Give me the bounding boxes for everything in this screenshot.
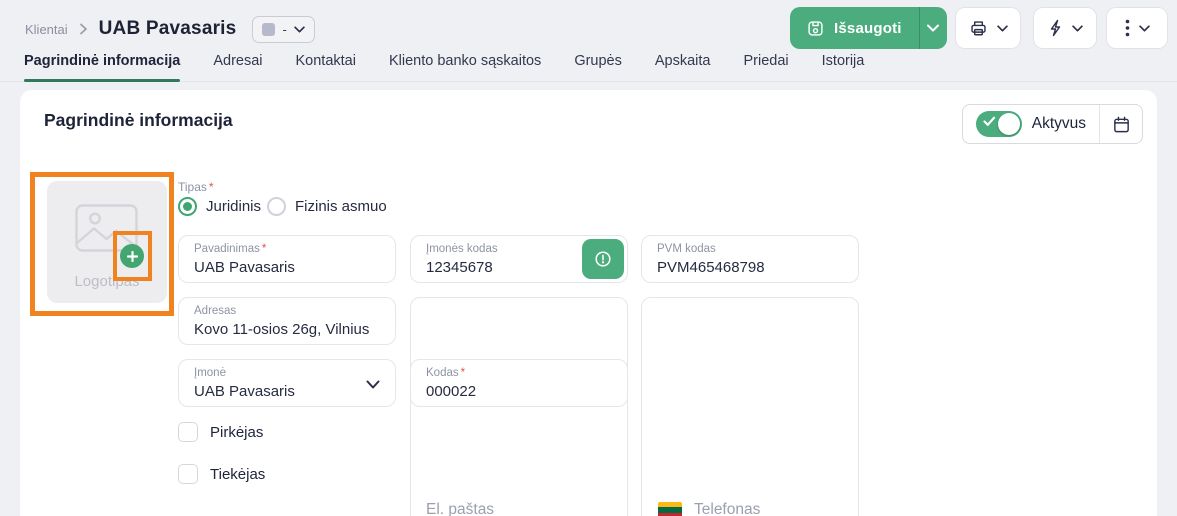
tab-istorija[interactable]: Istorija (822, 53, 865, 81)
active-tab-underline (24, 79, 180, 82)
more-options-button[interactable] (1106, 7, 1168, 49)
chevron-down-icon (294, 26, 305, 33)
calendar-icon (1112, 115, 1131, 134)
printer-icon (969, 19, 988, 38)
chevron-down-icon (997, 25, 1008, 32)
tab-bar: Pagrindinė informacija Adresai Kontaktai… (0, 48, 1177, 82)
tipas-label: Tipas* (178, 180, 214, 194)
radio-fizinis-asmuo[interactable]: Fizinis asmuo (267, 197, 387, 216)
required-mark: * (461, 367, 465, 379)
lithuania-flag-icon[interactable] (658, 502, 682, 516)
telefonas-field[interactable]: Telefonas (641, 297, 859, 516)
pvm-kodas-value: PVM465468798 (657, 259, 843, 276)
required-mark: * (209, 180, 214, 194)
kodas-field[interactable]: Kodas* 000022 (410, 359, 628, 407)
company-lookup-button[interactable] (582, 239, 624, 279)
highlight-box-logo-area (30, 172, 174, 316)
chevron-down-icon (1072, 25, 1083, 32)
tab-grupes[interactable]: Grupės (574, 53, 622, 81)
save-button-label: Išsaugoti (834, 20, 902, 37)
active-toggle[interactable]: Aktyvus (963, 105, 1099, 143)
breadcrumb: Klientai UAB Pavasaris - (25, 13, 315, 45)
radio-juridinis[interactable]: Juridinis (178, 197, 261, 216)
tab-kliento-banko-saskaitos[interactable]: Kliento banko sąskaitos (389, 53, 541, 81)
calendar-button[interactable] (1100, 105, 1142, 143)
section-title: Pagrindinė informacija (44, 110, 233, 131)
imone-value: UAB Pavasaris (194, 383, 380, 400)
tab-kontaktai[interactable]: Kontaktai (296, 53, 356, 81)
color-swatch (262, 23, 275, 36)
save-dropdown-button[interactable] (919, 7, 947, 49)
pvm-kodas-field[interactable]: PVM kodas PVM465468798 (641, 235, 859, 283)
telefonas-placeholder: Telefonas (694, 501, 760, 516)
required-mark: * (262, 243, 266, 255)
save-button[interactable]: Išsaugoti (790, 7, 947, 49)
checkmark-icon (983, 116, 996, 127)
imone-select[interactable]: Įmonė UAB Pavasaris (178, 359, 396, 407)
tiekejas-checkbox[interactable]: Tiekėjas (178, 464, 265, 484)
exclamation-circle-icon (594, 250, 612, 268)
page-title: UAB Pavasaris (99, 18, 237, 40)
el-pastas-placeholder: El. paštas (426, 501, 494, 516)
tab-adresai[interactable]: Adresai (213, 53, 262, 81)
tab-apskaita[interactable]: Apskaita (655, 53, 711, 81)
actions-dropdown-button[interactable] (1033, 7, 1097, 49)
chevron-down-icon[interactable] (366, 380, 380, 389)
checkbox-unchecked-icon (178, 464, 198, 484)
chevron-right-icon (78, 23, 89, 35)
adresas-field[interactable]: Adresas Kovo 11-osios 26g, Vilnius (178, 297, 396, 345)
toggle-on-icon (976, 111, 1022, 137)
breadcrumb-clients-link[interactable]: Klientai (25, 22, 68, 37)
print-dropdown-button[interactable] (955, 7, 1021, 49)
save-icon (807, 20, 824, 37)
active-status-group: Aktyvus (962, 104, 1143, 144)
checkbox-unchecked-icon (178, 422, 198, 442)
pirkejas-checkbox[interactable]: Pirkėjas (178, 422, 263, 442)
kebab-menu-icon (1125, 19, 1130, 37)
active-toggle-label: Aktyvus (1032, 115, 1086, 133)
highlight-box-add-logo-button (113, 231, 152, 281)
chevron-down-icon (927, 24, 939, 32)
tab-priedai[interactable]: Priedai (744, 53, 789, 81)
radio-unselected-icon (267, 197, 286, 216)
client-edit-page: Klientai UAB Pavasaris - Išsaugoti (0, 0, 1177, 516)
pavadinimas-value: UAB Pavasaris (194, 259, 380, 276)
lightning-icon (1047, 19, 1063, 37)
chevron-down-icon (1139, 25, 1150, 32)
radio-selected-icon (178, 197, 197, 216)
color-tag-dropdown[interactable]: - (252, 16, 314, 43)
color-tag-value: - (282, 22, 286, 37)
pavadinimas-field[interactable]: Pavadinimas* UAB Pavasaris (178, 235, 396, 283)
imones-kodas-field[interactable]: Įmonės kodas 12345678 (410, 235, 628, 283)
kodas-value: 000022 (426, 383, 612, 400)
main-panel: Pagrindinė informacija Aktyvus (20, 90, 1157, 516)
tab-pagrindine-informacija[interactable]: Pagrindinė informacija (24, 53, 180, 81)
adresas-value: Kovo 11-osios 26g, Vilnius (194, 321, 380, 338)
